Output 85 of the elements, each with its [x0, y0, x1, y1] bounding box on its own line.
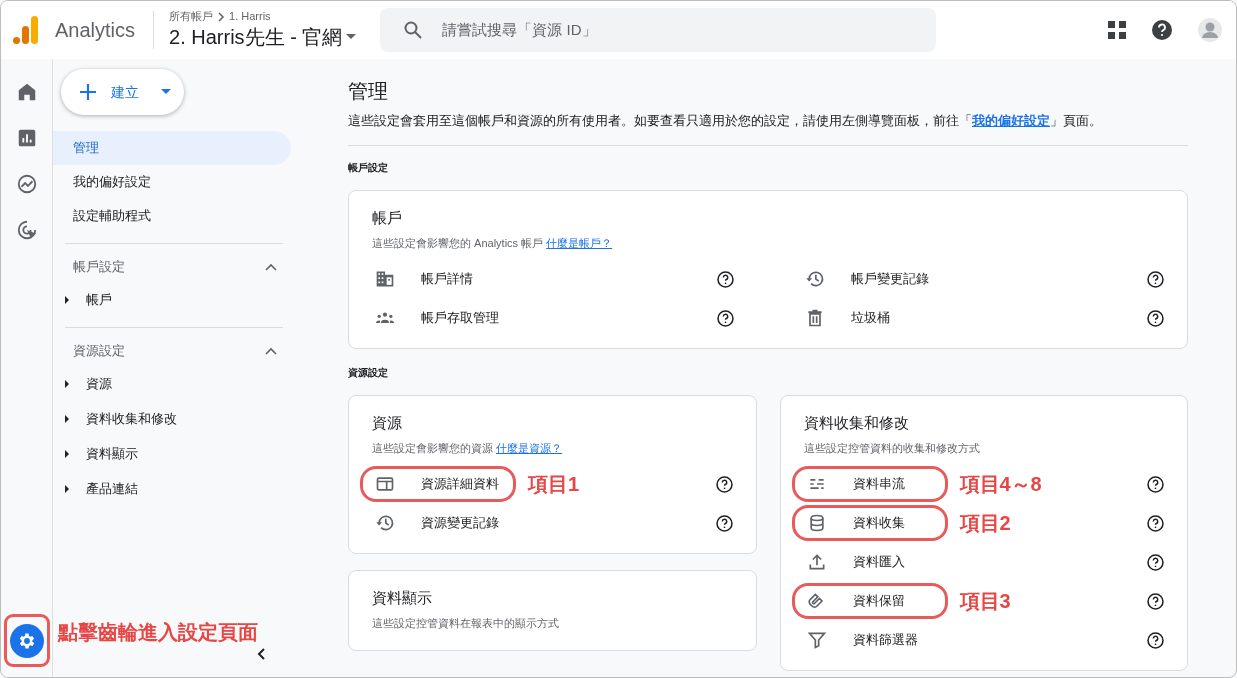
card-description: 這些設定控管資料在報表中的顯示方式	[372, 616, 560, 631]
apps-grid-icon[interactable]	[1108, 21, 1126, 39]
settings-item-link[interactable]: 帳戶變更記錄	[851, 269, 929, 289]
nav-item[interactable]: 帳戶	[86, 289, 112, 310]
help-link[interactable]: 什麼是資源？	[496, 442, 563, 454]
settings-item-link[interactable]: 資料保留	[852, 591, 905, 611]
history-icon	[375, 513, 395, 533]
card-title: 資料收集和修改	[803, 412, 910, 433]
help-icon[interactable]	[717, 270, 734, 288]
caret-right-icon[interactable]	[65, 295, 70, 304]
window-panel-icon	[375, 474, 395, 494]
settings-item-link[interactable]: 資源詳細資料	[421, 474, 499, 494]
caret-right-icon[interactable]	[65, 414, 70, 423]
section-heading: 資源設定	[348, 365, 389, 380]
card-title: 資料顯示	[372, 587, 433, 608]
chevron-up-icon[interactable]	[265, 347, 277, 355]
card-description: 這些設定控管資料的收集和修改方式	[803, 441, 981, 456]
card-description: 這些設定會影響您的 Analytics 帳戶 什麼是帳戶？	[372, 236, 614, 251]
section-heading: 帳戶設定	[348, 160, 389, 175]
nav-item[interactable]: 資料顯示	[86, 443, 138, 464]
settings-item-link[interactable]: 資料篩選器	[852, 630, 918, 650]
help-icon[interactable]	[1152, 20, 1172, 40]
settings-item-link[interactable]: 垃圾桶	[851, 308, 890, 328]
preferences-link[interactable]: 我的偏好設定	[972, 113, 1050, 128]
help-icon[interactable]	[1147, 631, 1164, 649]
avatar[interactable]	[1198, 18, 1222, 42]
nav-item[interactable]: 資料收集和修改	[86, 408, 177, 429]
property-selector[interactable]: 2. Harris先生 - 官網	[169, 23, 357, 50]
help-icon[interactable]	[1147, 514, 1164, 532]
settings-item-link[interactable]: 帳戶詳情	[421, 269, 473, 289]
analytics-logo-icon	[13, 16, 39, 44]
building-icon	[375, 269, 395, 289]
page-title: 管理	[348, 79, 389, 103]
nav-item[interactable]: 產品連結	[86, 478, 138, 499]
callout-label: 項目4～8	[959, 472, 1042, 497]
help-icon[interactable]	[1147, 309, 1164, 327]
help-icon[interactable]	[1147, 553, 1164, 571]
trash-icon	[805, 308, 825, 328]
chevron-left-icon[interactable]	[257, 648, 265, 661]
create-button[interactable]: 建立	[61, 69, 184, 115]
nav-item[interactable]: 管理	[53, 131, 291, 165]
card-title: 帳戶	[372, 207, 403, 228]
caret-down-icon[interactable]	[346, 33, 357, 40]
caret-right-icon[interactable]	[65, 379, 70, 388]
nav-item[interactable]: 我的偏好設定	[53, 165, 291, 199]
card-description: 這些設定會影響您的資源 什麼是資源？	[372, 441, 564, 456]
search-field[interactable]: 請嘗試搜尋「資源 ID」	[440, 17, 881, 43]
settings-item-link[interactable]: 帳戶存取管理	[421, 308, 499, 328]
help-icon[interactable]	[717, 309, 734, 327]
help-icon[interactable]	[715, 514, 733, 532]
product-name: Analytics	[55, 18, 136, 43]
target-cursor-icon[interactable]	[15, 219, 38, 241]
help-icon[interactable]	[1147, 475, 1164, 493]
settings-item-link[interactable]: 資源變更記錄	[421, 513, 499, 533]
plus-icon[interactable]	[79, 83, 97, 101]
caret-right-icon[interactable]	[65, 484, 70, 493]
trend-chart-icon[interactable]	[15, 173, 38, 195]
page-description: 這些設定會套用至這個帳戶和資源的所有使用者。如要查看只適用於您的設定，請使用左側導覽面板，前往「我的偏好設定」頁面。	[348, 112, 1103, 130]
card-title: 資源	[372, 412, 403, 433]
callout-label: 項目1	[528, 472, 580, 497]
nav-item[interactable]: 資源	[86, 373, 112, 394]
caret-down-icon[interactable]	[161, 89, 171, 95]
settings-item-link[interactable]: 資料串流	[852, 474, 905, 494]
settings-item-link[interactable]: 資料收集	[852, 513, 905, 533]
breadcrumb-link[interactable]: 所有帳戶	[169, 10, 214, 24]
help-icon[interactable]	[1147, 592, 1164, 610]
callout-label: 點擊齒輪進入設定頁面	[58, 620, 258, 645]
settings-item-link[interactable]: 資料匯入	[852, 552, 905, 572]
nav-item[interactable]: 設定輔助程式	[53, 199, 291, 233]
help-icon[interactable]	[715, 475, 733, 493]
breadcrumb-current[interactable]: 1. Harris	[229, 10, 271, 24]
settings-button[interactable]	[10, 623, 44, 658]
search-bar[interactable]: 請嘗試搜尋「資源 ID」	[380, 8, 937, 52]
callout-label: 項目2	[959, 511, 1011, 536]
section-heading: 帳戶設定	[73, 258, 125, 277]
chevron-up-icon[interactable]	[265, 263, 277, 271]
help-icon[interactable]	[1147, 270, 1164, 288]
filter-icon	[806, 630, 827, 650]
history-icon	[805, 269, 825, 289]
chevron-right-icon	[217, 12, 226, 22]
search-icon	[404, 21, 423, 39]
callout-label: 項目3	[959, 589, 1011, 614]
help-link[interactable]: 什麼是帳戶？	[546, 237, 613, 249]
caret-right-icon[interactable]	[65, 449, 70, 458]
section-heading: 資源設定	[73, 342, 125, 361]
